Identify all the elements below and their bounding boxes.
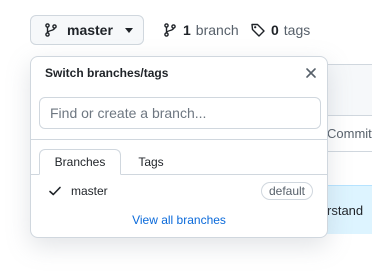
default-badge: default — [260, 182, 313, 200]
tab-branches-label: Branches — [54, 155, 106, 169]
tags-count-link[interactable]: 0 tags — [250, 20, 310, 40]
view-all-branches-link[interactable]: View all branches — [31, 213, 327, 233]
tab-tags[interactable]: Tags — [129, 149, 173, 175]
file-table-fragment: Commit rstand — [322, 64, 372, 234]
branches-count: 1 — [183, 22, 191, 38]
view-all-branches-label: View all branches — [132, 213, 226, 227]
current-branch-label: master — [67, 22, 113, 38]
tab-tags-label: Tags — [138, 155, 164, 169]
branch-switcher-popover: Switch branches/tags Branches Tags maste… — [30, 56, 328, 238]
popover-header: Switch branches/tags — [31, 57, 327, 89]
tag-icon — [250, 22, 266, 38]
popover-tabs: Branches Tags — [31, 139, 327, 175]
branch-search-input[interactable] — [39, 97, 321, 129]
repo-toolbar: master 1 branch 0 tags — [0, 0, 372, 56]
commit-column-header: Commit — [323, 115, 372, 152]
branch-name: master — [71, 184, 108, 198]
caret-down-icon — [125, 27, 133, 33]
close-icon[interactable] — [303, 65, 319, 81]
tab-branches[interactable]: Branches — [39, 149, 121, 175]
branches-label: branch — [195, 22, 239, 38]
tags-label: tags — [283, 22, 311, 38]
popover-title: Switch branches/tags — [45, 66, 169, 80]
git-branch-icon — [162, 22, 178, 38]
file-table-header — [323, 65, 372, 116]
branches-count-link[interactable]: 1 branch — [162, 20, 239, 40]
check-icon — [47, 183, 63, 199]
branch-list-item[interactable]: master default — [31, 177, 327, 205]
git-branch-icon — [43, 22, 59, 38]
highlighted-row-text: rstand — [323, 185, 372, 234]
tags-count: 0 — [271, 22, 279, 38]
branch-select-button[interactable]: master — [30, 15, 144, 45]
